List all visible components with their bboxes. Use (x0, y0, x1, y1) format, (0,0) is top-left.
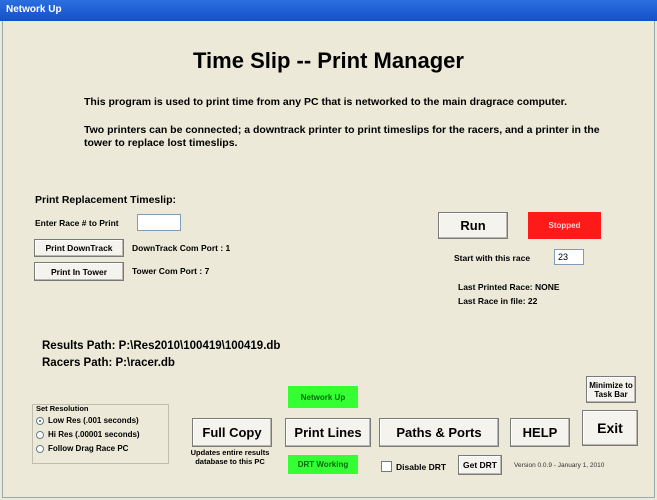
low-res-radio[interactable]: Low Res (.001 seconds) (36, 416, 139, 425)
radio-selected-icon (36, 416, 44, 425)
results-path: Results Path: P:\Res2010\100419\100419.d… (42, 340, 281, 352)
hi-res-radio[interactable]: Hi Res (.00001 seconds) (36, 430, 140, 439)
follow-drag-race-label: Follow Drag Race PC (48, 444, 129, 453)
network-status-indicator: Network Up (288, 386, 358, 408)
race-number-input[interactable] (137, 214, 181, 231)
run-status-indicator: Stopped (528, 212, 601, 239)
hi-res-label: Hi Res (.00001 seconds) (48, 430, 140, 439)
start-race-label: Start with this race (454, 253, 531, 263)
description-1: This program is used to print time from … (84, 96, 568, 108)
paths-ports-button[interactable]: Paths & Ports (379, 418, 499, 447)
start-race-input[interactable] (554, 249, 584, 265)
print-downtrack-button[interactable]: Print DownTrack (34, 239, 124, 257)
radio-icon (36, 430, 44, 439)
window-title: Network Up (6, 4, 62, 15)
print-tower-button[interactable]: Print In Tower (34, 262, 124, 281)
disable-drt-checkbox[interactable]: Disable DRT (381, 461, 446, 472)
run-button[interactable]: Run (438, 212, 508, 239)
racers-path: Racers Path: P:\racer.db (42, 357, 175, 369)
tower-port-label: Tower Com Port : 7 (132, 266, 210, 276)
last-printed-race: Last Printed Race: NONE (458, 282, 560, 292)
low-res-label: Low Res (.001 seconds) (48, 416, 139, 425)
page-title: Time Slip -- Print Manager (193, 48, 464, 73)
description-2: Two printers can be connected; a downtra… (84, 124, 600, 149)
exit-button[interactable]: Exit (582, 410, 638, 446)
checkbox-icon (381, 461, 392, 472)
minimize-button[interactable]: Minimize to Task Bar (586, 376, 636, 403)
full-copy-button[interactable]: Full Copy (192, 418, 272, 447)
downtrack-port-label: DownTrack Com Port : 1 (132, 243, 231, 253)
resolution-title: Set Resolution (36, 404, 89, 413)
version-label: Version 0.0.9 - January 1, 2010 (514, 462, 605, 469)
title-bar: Network Up (0, 0, 657, 21)
get-drt-button[interactable]: Get DRT (458, 455, 502, 475)
follow-drag-race-radio[interactable]: Follow Drag Race PC (36, 444, 128, 453)
replacement-heading: Print Replacement Timeslip: (35, 194, 177, 206)
drt-status-indicator: DRT Working (288, 455, 358, 474)
full-copy-note: Updates entire results database to this … (190, 448, 270, 466)
print-lines-button[interactable]: Print Lines (285, 418, 371, 447)
race-number-label: Enter Race # to Print (35, 218, 119, 228)
disable-drt-label: Disable DRT (396, 461, 447, 472)
help-button[interactable]: HELP (510, 418, 570, 447)
radio-icon (36, 444, 44, 453)
last-race-in-file: Last Race in file: 22 (458, 296, 538, 306)
